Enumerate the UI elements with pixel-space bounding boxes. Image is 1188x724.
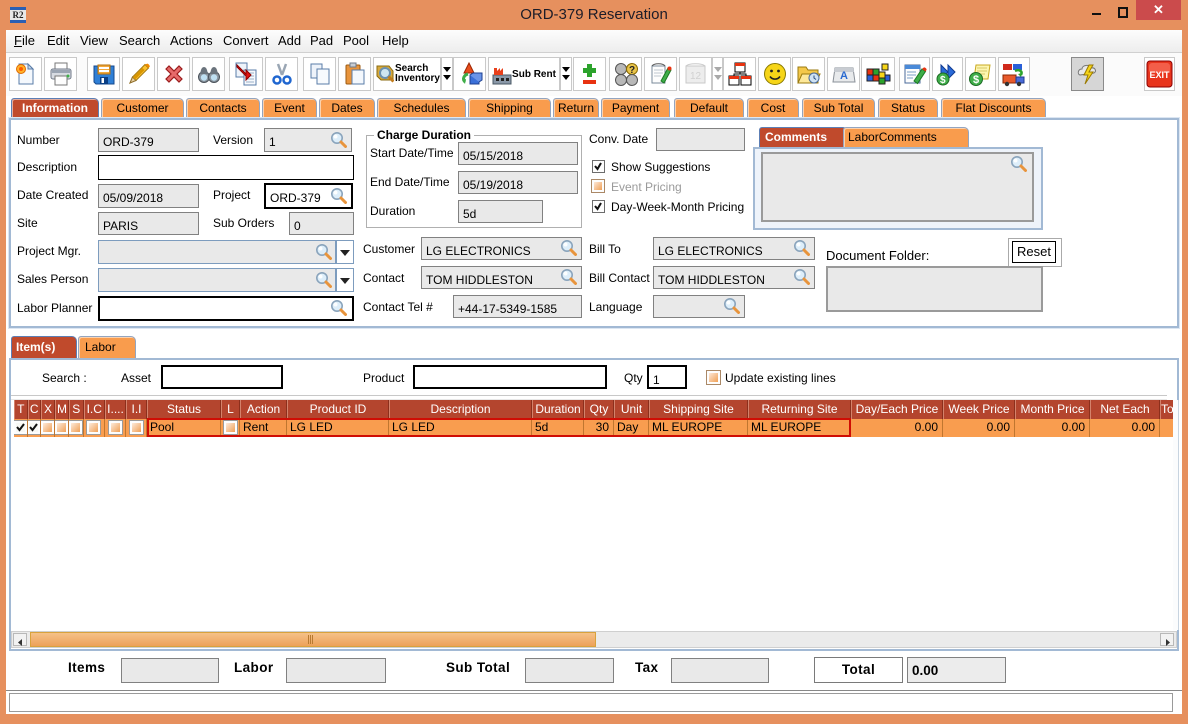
svg-text:$: $ xyxy=(940,75,946,86)
svg-text:A: A xyxy=(840,70,848,82)
svg-text:?: ? xyxy=(629,65,635,76)
svg-text:$: $ xyxy=(973,74,979,86)
svg-text:12: 12 xyxy=(690,71,702,82)
svg-text:EXIT: EXIT xyxy=(1150,70,1171,80)
